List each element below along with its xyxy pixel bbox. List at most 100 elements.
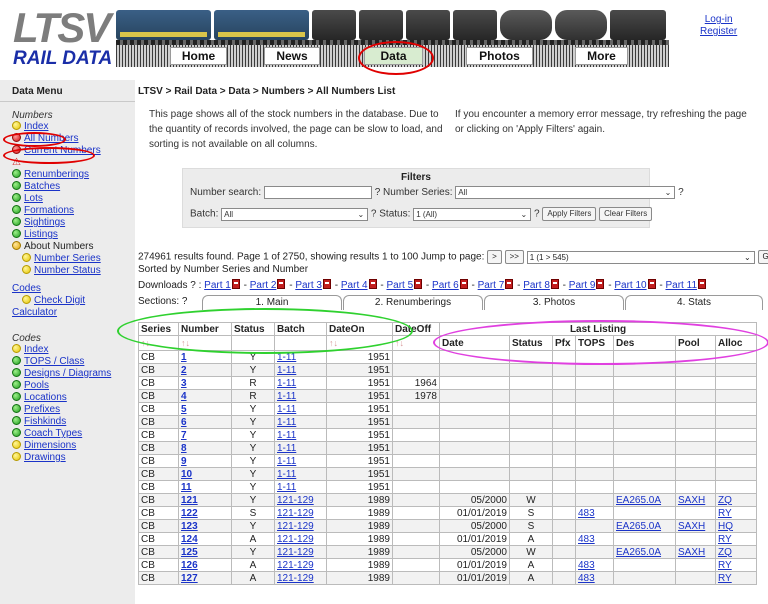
cell-number-value[interactable]: 1: [181, 352, 187, 363]
nav-home[interactable]: Home: [170, 47, 227, 65]
pdf-icon[interactable]: [368, 279, 377, 289]
pdf-icon[interactable]: [698, 279, 706, 289]
cell-number-value[interactable]: 123: [181, 521, 198, 532]
col-dateon[interactable]: DateOn: [326, 322, 393, 336]
cell-batch-value[interactable]: 121-129: [277, 547, 314, 558]
sort-dateoff[interactable]: ↑↓: [392, 335, 440, 351]
cell-number-value[interactable]: 124: [181, 534, 198, 545]
sidebar-codes-item-label[interactable]: Locations: [24, 392, 67, 403]
cell-ll-alloc-value[interactable]: RY: [718, 573, 732, 584]
sidebar-item-sightings[interactable]: Sightings: [0, 217, 135, 229]
help-number-series[interactable]: ?: [678, 187, 684, 198]
cell-batch-value[interactable]: 1-11: [277, 352, 296, 363]
cell-ll-tops-value[interactable]: 483: [578, 534, 595, 545]
sidebar-item-lots[interactable]: Lots: [0, 193, 135, 205]
sidebar-item-index[interactable]: Index: [0, 121, 135, 133]
cell-number-value[interactable]: 6: [181, 417, 187, 428]
sidebar-item-label[interactable]: Listings: [24, 229, 58, 240]
number-search-input[interactable]: [263, 186, 372, 199]
number-series-select[interactable]: All ⌄: [455, 186, 676, 199]
sidebar-item-current-numbers[interactable]: Current Numbers: [0, 145, 135, 157]
pdf-icon[interactable]: [647, 279, 656, 289]
cell-batch-value[interactable]: 121-129: [277, 534, 314, 545]
sidebar-codes-item-index[interactable]: Index: [0, 344, 135, 356]
cell-number-value[interactable]: 5: [181, 404, 187, 415]
pdf-icon[interactable]: [550, 279, 559, 289]
tab-renumberings[interactable]: 2. Renumberings: [343, 295, 483, 310]
pdf-icon[interactable]: [459, 279, 468, 289]
sidebar-item-label[interactable]: Formations: [24, 205, 74, 216]
apply-filters-button[interactable]: Apply Filters: [542, 207, 597, 221]
cell-ll-des-value[interactable]: EA265.0A: [616, 547, 661, 558]
tab-photos[interactable]: 3. Photos: [484, 295, 624, 310]
sidebar-item-number-series[interactable]: Number Series: [0, 253, 135, 265]
sort-number[interactable]: ↑↓: [178, 335, 232, 351]
nav-data[interactable]: Data: [364, 47, 423, 65]
cell-batch-value[interactable]: 1-11: [277, 417, 296, 428]
download-link-part-2[interactable]: Part 2: [250, 280, 277, 291]
cell-ll-pool-value[interactable]: SAXH: [678, 495, 705, 506]
sidebar-item-about-numbers[interactable]: About Numbers: [0, 241, 135, 253]
cell-ll-tops-value[interactable]: 483: [578, 573, 595, 584]
sidebar-item-label[interactable]: Renumberings: [24, 169, 89, 180]
col-number[interactable]: Number: [178, 322, 232, 336]
sidebar-codes-item-label[interactable]: Designs / Diagrams: [24, 368, 111, 379]
sidebar-item-label[interactable]: Batches: [24, 181, 60, 192]
cell-number-value[interactable]: 9: [181, 456, 187, 467]
sidebar-codes-item-label[interactable]: Pools: [24, 380, 49, 391]
cell-number-value[interactable]: 126: [181, 560, 198, 571]
cell-number-value[interactable]: 10: [181, 469, 192, 480]
batch-select[interactable]: All ⌄: [221, 207, 369, 221]
col-series[interactable]: Series: [138, 322, 179, 336]
jump-next-button[interactable]: >: [487, 250, 502, 264]
sidebar-codes-item-designs-diagrams[interactable]: Designs / Diagrams: [0, 368, 135, 380]
help-batch[interactable]: ?: [371, 209, 377, 220]
sort-dateon[interactable]: ↑↓: [326, 335, 393, 351]
download-link-part-7[interactable]: Part 7: [478, 280, 505, 291]
cell-number-value[interactable]: 121: [181, 495, 198, 506]
codes-link[interactable]: Codes: [12, 283, 41, 294]
cell-ll-alloc-value[interactable]: RY: [718, 560, 732, 571]
pdf-icon[interactable]: [414, 279, 423, 289]
cell-batch-value[interactable]: 121-129: [277, 560, 314, 571]
cell-batch-value[interactable]: 121-129: [277, 495, 314, 506]
cell-ll-alloc-value[interactable]: RY: [718, 534, 732, 545]
cell-number-value[interactable]: 125: [181, 547, 198, 558]
cell-batch-value[interactable]: 121-129: [277, 508, 314, 519]
cell-number-value[interactable]: 4: [181, 391, 187, 402]
cell-batch-value[interactable]: 1-11: [277, 404, 296, 415]
cell-number-value[interactable]: 8: [181, 443, 187, 454]
sidebar-item-label[interactable]: Current Numbers: [24, 145, 101, 156]
cell-batch-value[interactable]: 1-11: [277, 469, 296, 480]
cell-batch-value[interactable]: 1-11: [277, 482, 296, 493]
sidebar-codes-item-pools[interactable]: Pools: [0, 380, 135, 392]
sidebar-codes-item-tops-class[interactable]: TOPS / Class: [0, 356, 135, 368]
sidebar-codes-item-fishkinds[interactable]: Fishkinds: [0, 416, 135, 428]
cell-ll-alloc-value[interactable]: ZQ: [718, 495, 732, 506]
download-link-part-3[interactable]: Part 3: [295, 280, 322, 291]
sidebar-item-label[interactable]: Number Series: [34, 253, 101, 264]
cell-number-value[interactable]: 11: [181, 482, 192, 493]
cell-ll-des-value[interactable]: EA265.0A: [616, 521, 661, 532]
sidebar-item-renumberings[interactable]: Renumberings: [0, 169, 135, 181]
clear-filters-button[interactable]: Clear Filters: [599, 207, 653, 221]
check-digit-link[interactable]: Check Digit: [34, 295, 85, 306]
download-link-part-5[interactable]: Part 5: [386, 280, 413, 291]
download-link-part-8[interactable]: Part 8: [523, 280, 550, 291]
sidebar-codes-item-label[interactable]: Dimensions: [24, 440, 76, 451]
cell-batch-value[interactable]: 1-11: [277, 430, 296, 441]
jump-last-button[interactable]: >>: [504, 250, 524, 264]
sidebar-item-label[interactable]: All Numbers: [24, 133, 78, 144]
cell-batch-value[interactable]: 1-11: [277, 456, 296, 467]
sidebar-codes-item-locations[interactable]: Locations: [0, 392, 135, 404]
sort-series[interactable]: ↑↓: [138, 335, 179, 351]
sidebar-codes-item-label[interactable]: Index: [24, 344, 48, 355]
cell-batch-value[interactable]: 121-129: [277, 521, 314, 532]
sidebar-item-number-status[interactable]: Number Status: [0, 265, 135, 277]
sidebar-item-label[interactable]: Index: [24, 121, 48, 132]
sidebar-item-label[interactable]: Sightings: [24, 217, 65, 228]
go-button[interactable]: Go: [757, 250, 768, 264]
sidebar-item-all-numbers[interactable]: All Numbers: [0, 133, 135, 145]
sidebar-codes-item-coach-types[interactable]: Coach Types: [0, 428, 135, 440]
cell-batch-value[interactable]: 1-11: [277, 365, 296, 376]
